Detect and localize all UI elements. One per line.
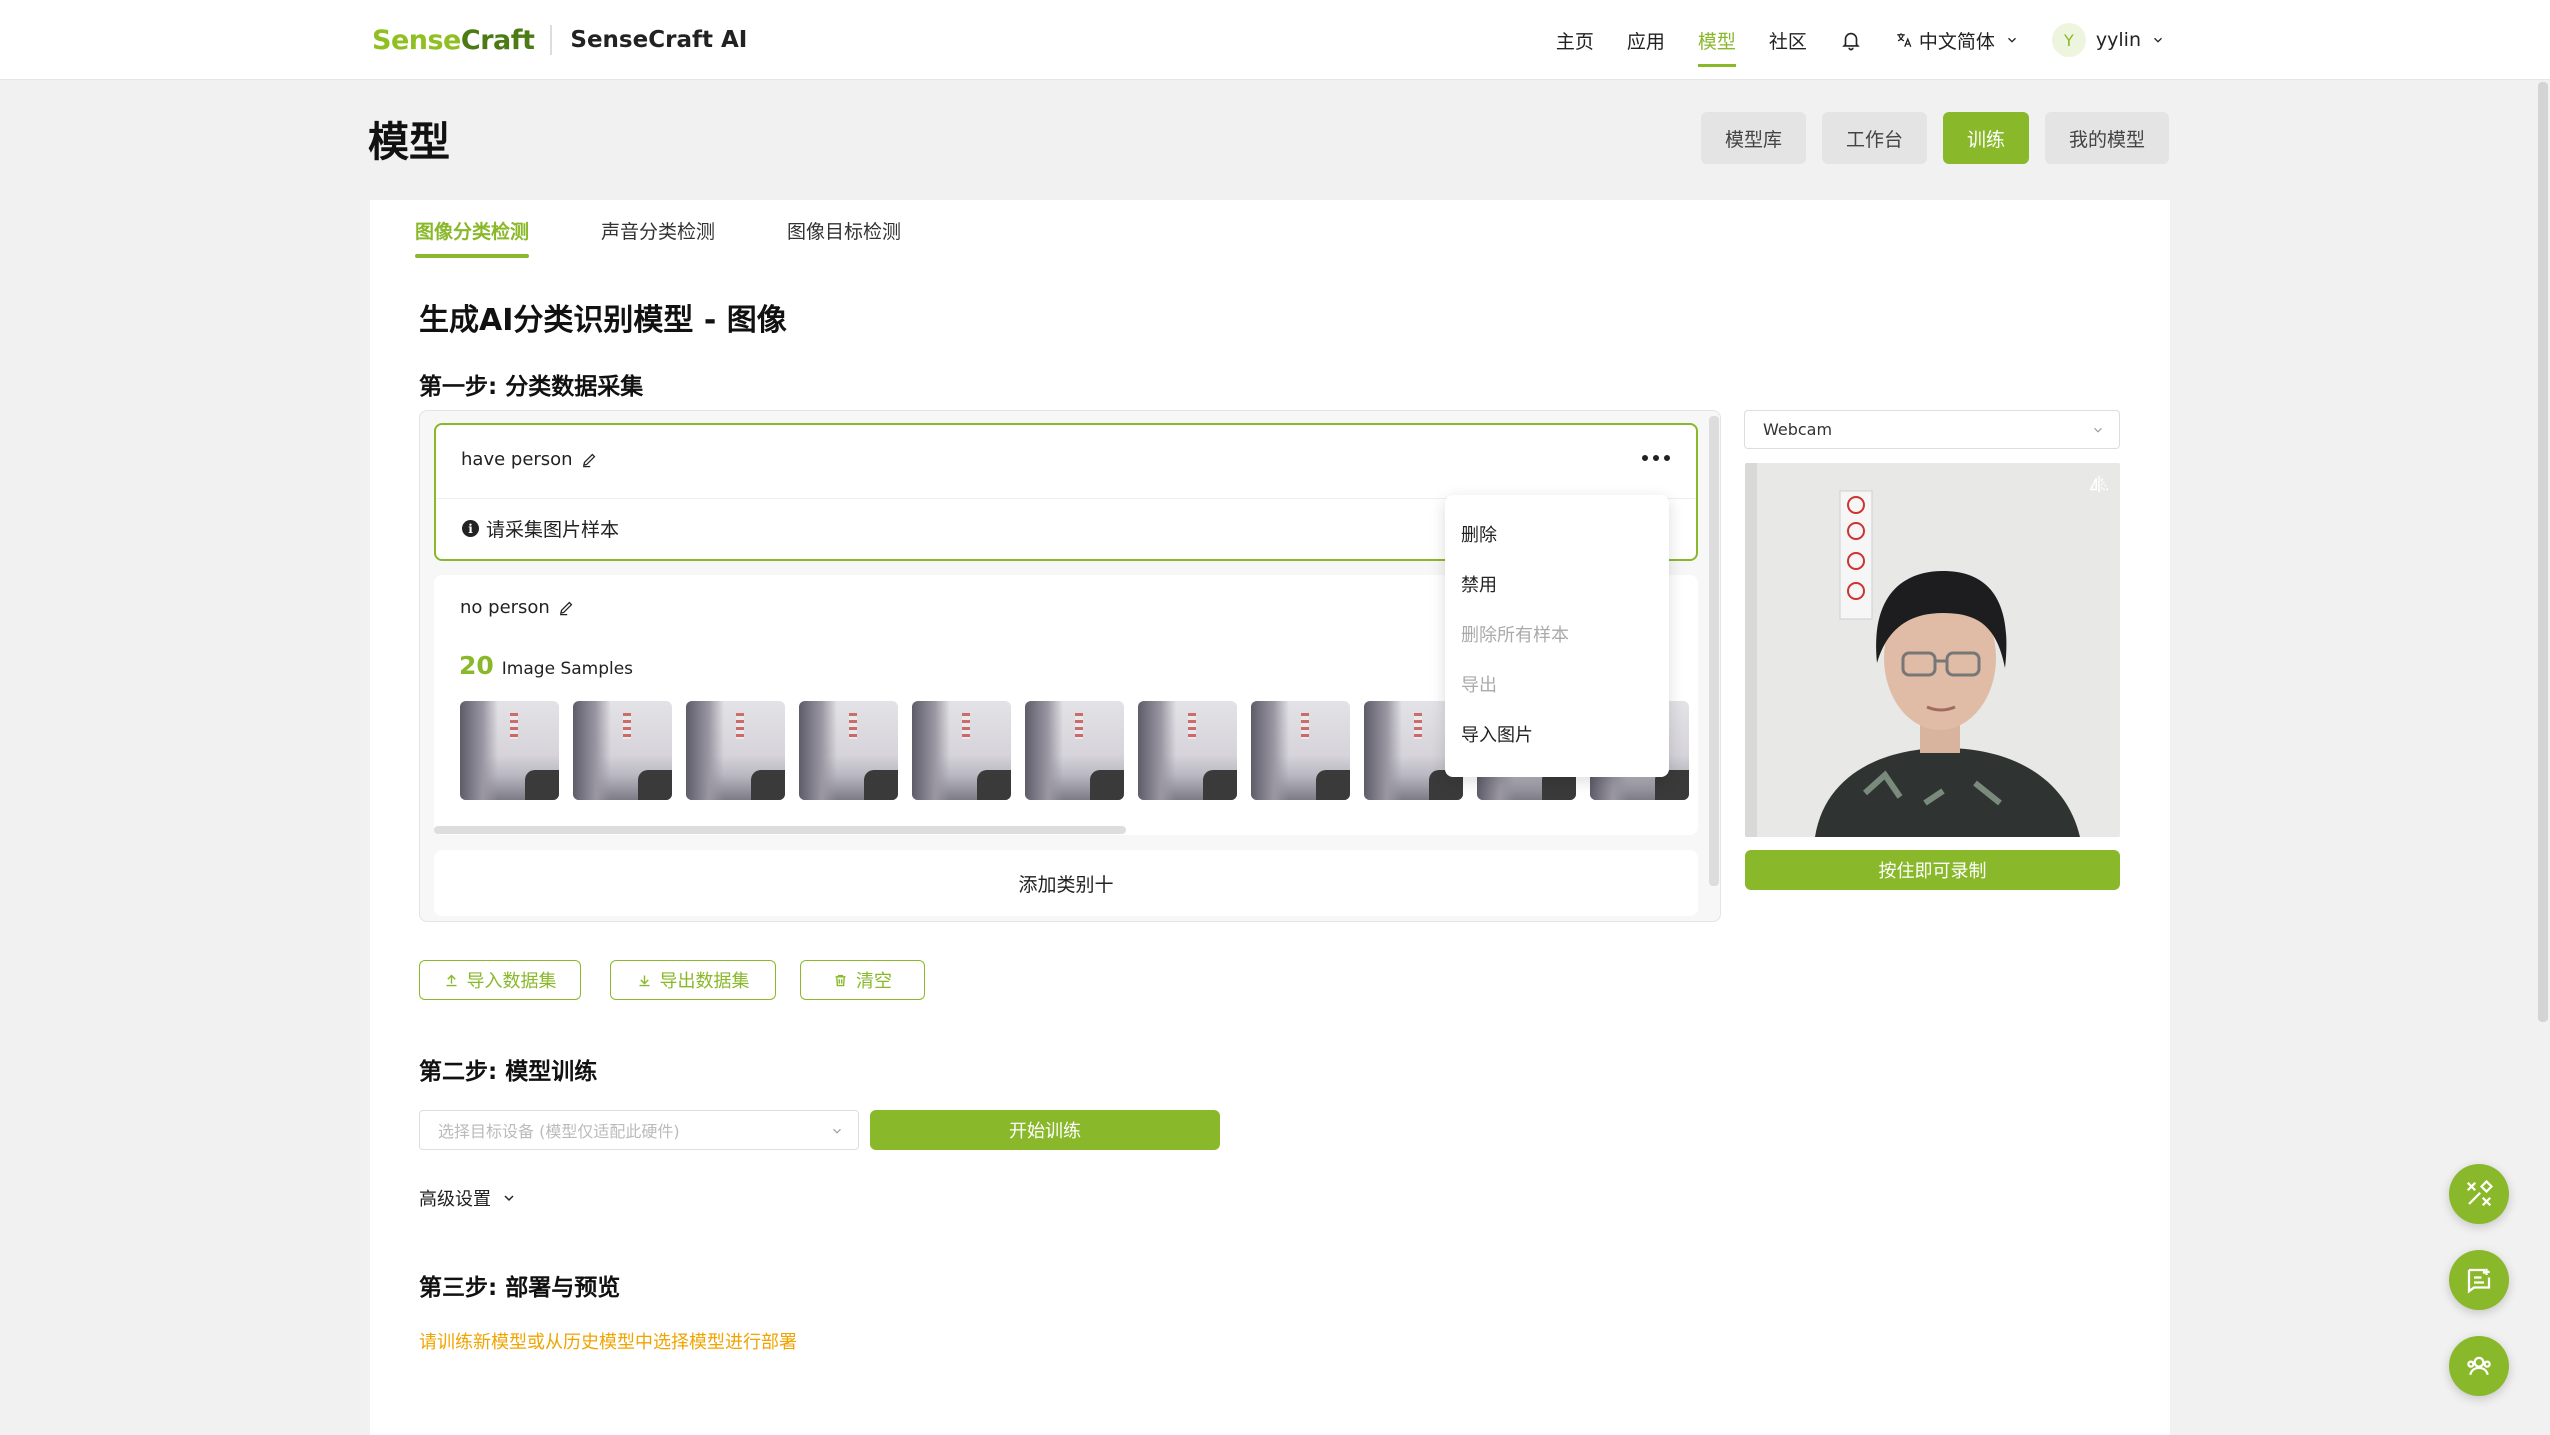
- sample-thumbnail[interactable]: [912, 701, 1011, 800]
- nav-community[interactable]: 社区: [1769, 0, 1807, 80]
- edit-icon[interactable]: [581, 451, 598, 468]
- feedback-fab[interactable]: [2449, 1250, 2509, 1310]
- advanced-settings-label: 高级设置: [419, 1189, 491, 1210]
- model-section-tabs: 模型库 工作台 训练 我的模型: [1700, 112, 2169, 164]
- sample-thumbnail[interactable]: [1025, 701, 1124, 800]
- step1-title: 第一步: 分类数据采集: [419, 374, 644, 400]
- tools-icon: [2466, 1179, 2494, 1207]
- start-training-button[interactable]: 开始训练: [870, 1110, 1220, 1150]
- clear-label: 清空: [856, 971, 892, 992]
- sample-thumbnail[interactable]: [686, 701, 785, 800]
- user-menu[interactable]: Y yylin: [2051, 0, 2165, 80]
- task-type-tabs: 图像分类检测 声音分类检测 图像目标检测: [415, 200, 901, 260]
- camera-select[interactable]: Webcam: [1744, 410, 2120, 449]
- tab-audio-classification[interactable]: 声音分类检测: [601, 200, 715, 260]
- page-scrollbar[interactable]: [2538, 82, 2548, 1022]
- sample-thumbnail[interactable]: [1251, 701, 1350, 800]
- step2-title: 第二步: 模型训练: [419, 1059, 598, 1085]
- chevron-down-icon: [833, 1128, 841, 1134]
- chevron-down-icon: [2154, 37, 2162, 43]
- language-label: 中文简体: [1918, 30, 1995, 53]
- menu-export[interactable]: 导出: [1461, 671, 1497, 697]
- app-name: SenseCraft AI: [570, 27, 748, 53]
- class-panel-scrollbar[interactable]: [1709, 416, 1719, 886]
- translate-icon: [1897, 33, 1912, 48]
- page-title: 模型: [368, 118, 450, 166]
- tab-training[interactable]: 训练: [1942, 112, 2029, 164]
- sample-hint: i 请采集图片样本: [462, 515, 619, 542]
- add-class-button[interactable]: 添加类别十: [434, 850, 1698, 916]
- username: yylin: [2095, 29, 2141, 51]
- group-icon: [2467, 1356, 2491, 1376]
- main-heading: 生成AI分类识别模型 - 图像: [419, 303, 787, 338]
- class-name-label: have person: [461, 449, 573, 470]
- sample-count: 20 Image Samples: [459, 651, 633, 680]
- more-options-button[interactable]: [1642, 451, 1670, 465]
- step3-title: 第三步: 部署与预览: [419, 1275, 621, 1301]
- clear-button[interactable]: 清空: [800, 960, 925, 1000]
- notification-button[interactable]: [1840, 0, 1862, 80]
- language-switcher[interactable]: 中文简体: [1895, 0, 2019, 80]
- tab-image-classification[interactable]: 图像分类检测: [415, 200, 530, 260]
- advanced-settings-toggle[interactable]: 高级设置: [419, 1185, 517, 1211]
- upload-icon: [446, 974, 456, 986]
- target-device-placeholder: 选择目标设备 (模型仅适配此硬件): [438, 1122, 680, 1141]
- mirror-icon[interactable]: [2088, 473, 2110, 495]
- hold-to-record-button[interactable]: 按住即可录制: [1745, 850, 2120, 890]
- sample-count-label: Image Samples: [501, 659, 634, 679]
- nav-home[interactable]: 主页: [1556, 0, 1594, 80]
- main-nav: 主页 应用 模型 社区 中文简体 Y yylin: [1523, 0, 2165, 80]
- sample-hint-text: 请采集图片样本: [486, 519, 620, 541]
- logo-divider: [550, 25, 553, 55]
- dot-icon: [1642, 455, 1648, 461]
- chevron-down-icon: [504, 1195, 514, 1202]
- trash-icon: [835, 974, 846, 986]
- chat-edit-icon: [2467, 1268, 2491, 1294]
- logo[interactable]: SenseCraft SenseCraft AI: [372, 20, 747, 60]
- nav-apps[interactable]: 应用: [1627, 0, 1665, 80]
- edit-icon[interactable]: [558, 599, 575, 616]
- top-navbar: SenseCraft SenseCraft AI 主页 应用 模型 社区 中文简…: [0, 0, 2550, 80]
- target-device-select[interactable]: 选择目标设备 (模型仅适配此硬件): [419, 1110, 859, 1150]
- class-name-label: no person: [460, 597, 550, 618]
- tab-workspace[interactable]: 工作台: [1821, 112, 1927, 164]
- nav-models[interactable]: 模型: [1697, 0, 1736, 80]
- tab-my-models[interactable]: 我的模型: [2044, 112, 2169, 164]
- webcam-image: [1745, 463, 2120, 837]
- logo-mark: SenseCraft: [372, 24, 535, 56]
- download-icon: [639, 975, 649, 986]
- avatar: Y: [2051, 23, 2086, 57]
- menu-import-images[interactable]: 导入图片: [1461, 721, 1533, 747]
- tab-model-library[interactable]: 模型库: [1700, 112, 1806, 164]
- export-dataset-button[interactable]: 导出数据集: [610, 960, 776, 1000]
- tab-object-detection[interactable]: 图像目标检测: [787, 200, 901, 260]
- menu-disable[interactable]: 禁用: [1461, 571, 1497, 597]
- camera-select-value: Webcam: [1763, 420, 1833, 439]
- export-dataset-label: 导出数据集: [659, 971, 750, 992]
- tools-fab[interactable]: [2449, 1164, 2509, 1224]
- class-name: no person: [460, 597, 575, 618]
- class-context-menu: 删除 禁用 删除所有样本 导出 导入图片: [1445, 495, 1669, 777]
- sample-thumbnail[interactable]: [460, 701, 559, 800]
- sample-count-number: 20: [459, 651, 494, 680]
- info-icon: i: [462, 520, 479, 537]
- chevron-down-icon: [2007, 37, 2016, 43]
- thumbnails-scrollbar[interactable]: [434, 826, 1126, 834]
- deploy-warning: 请训练新模型或从历史模型中选择模型进行部署: [419, 1332, 797, 1353]
- sample-thumbnail[interactable]: [1138, 701, 1237, 800]
- import-dataset-label: 导入数据集: [466, 971, 557, 992]
- community-fab[interactable]: [2449, 1336, 2509, 1396]
- chevron-down-icon: [2094, 427, 2102, 433]
- import-dataset-button[interactable]: 导入数据集: [419, 960, 581, 1000]
- class-name: have person: [461, 449, 598, 470]
- sample-thumbnail[interactable]: [573, 701, 672, 800]
- dot-icon: [1653, 455, 1659, 461]
- webcam-preview: [1745, 463, 2120, 837]
- menu-delete-all-samples[interactable]: 删除所有样本: [1461, 621, 1569, 647]
- dot-icon: [1664, 455, 1670, 461]
- bell-icon: [1842, 32, 1860, 51]
- menu-delete[interactable]: 删除: [1461, 521, 1497, 547]
- sample-thumbnail[interactable]: [799, 701, 898, 800]
